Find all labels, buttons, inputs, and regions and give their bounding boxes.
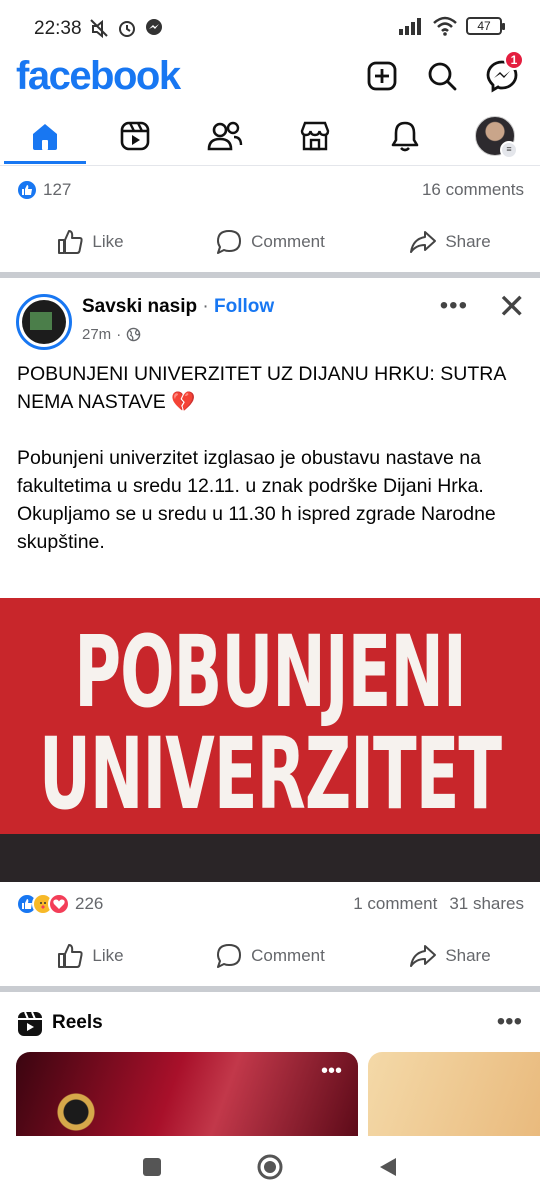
tab-marketplace[interactable] [285, 114, 345, 158]
tab-bar: ≡ [0, 108, 540, 166]
mute-icon [90, 19, 108, 39]
comment-count[interactable]: 16 comments [422, 180, 524, 200]
signal-icon [399, 18, 421, 35]
reaction-count: 127 [43, 180, 72, 199]
share-button[interactable]: Share [360, 931, 540, 981]
prev-post-actions: Like Comment Share [0, 217, 540, 267]
post-reactions[interactable]: 226 1 comment 31 shares [16, 889, 524, 919]
post-time[interactable]: 27m [82, 326, 111, 343]
post-image[interactable]: POBUNJENI UNIVERZITET [0, 598, 540, 882]
close-icon[interactable]: ✕ [498, 290, 527, 324]
facebook-logo[interactable]: facebook [16, 54, 181, 99]
like-label: Like [92, 946, 124, 965]
post-divider [0, 986, 540, 992]
like-button[interactable]: Like [0, 217, 180, 267]
reel-card[interactable]: ••• [16, 1052, 358, 1142]
tab-home[interactable] [15, 114, 75, 158]
post-body-text: POBUNJENI UNIVERZITET UZ DIJANU HRKU: SU… [17, 363, 506, 553]
reels-header: Reels ••• [0, 1000, 540, 1044]
comment-icon [217, 230, 242, 254]
share-button[interactable]: Share [360, 217, 540, 267]
like-button[interactable]: Like [0, 931, 180, 981]
post-divider [0, 272, 540, 278]
comment-count[interactable]: 1 comment [353, 894, 437, 914]
reel-card[interactable] [368, 1052, 540, 1142]
share-icon [410, 231, 437, 253]
more-options-icon[interactable]: ••• [440, 292, 468, 320]
profile-avatar: ≡ [475, 116, 518, 159]
like-icon [58, 944, 83, 968]
like-label: Like [92, 232, 124, 251]
alarm-icon [119, 21, 135, 37]
plus-square-icon [367, 61, 397, 91]
battery-icon: 47 [466, 17, 505, 35]
post-actions: Like Comment Share [0, 931, 540, 981]
home-icon [33, 124, 57, 150]
status-time: 22:38 [34, 18, 82, 39]
tab-reels[interactable] [105, 114, 165, 158]
friends-icon [207, 121, 243, 151]
like-reaction-icon [16, 179, 38, 201]
show-logo-icon [44, 1092, 108, 1132]
tab-notifications[interactable] [375, 114, 435, 158]
search-button[interactable] [422, 56, 462, 96]
status-bar: 22:38 47 [0, 0, 540, 56]
bell-icon [391, 121, 419, 152]
banner-text-line2: UNIVERZITET [38, 718, 502, 833]
comment-icon [217, 944, 242, 968]
reels-section-icon [18, 1011, 42, 1036]
marketplace-icon [300, 121, 330, 151]
menu-icon: ≡ [500, 141, 518, 159]
follow-button[interactable]: Follow [214, 296, 274, 317]
system-nav-bar [0, 1136, 540, 1200]
comment-label: Comment [251, 946, 325, 965]
share-icon [410, 945, 437, 967]
app-bar: facebook 1 [0, 50, 540, 102]
share-count[interactable]: 31 shares [449, 894, 524, 914]
reaction-count: 226 [75, 894, 104, 913]
messenger-button[interactable]: 1 [482, 50, 524, 96]
search-icon [428, 62, 457, 91]
prev-post-reactions[interactable]: 127 16 comments [16, 175, 524, 205]
reels-icon [120, 121, 150, 151]
comment-button[interactable]: Comment [180, 931, 360, 981]
back-icon[interactable] [377, 1156, 399, 1178]
more-options-icon[interactable]: ••• [497, 1008, 522, 1036]
post-header: Savski nasip · Follow 27m · ••• ✕ [0, 286, 540, 350]
notification-badge: 1 [504, 50, 524, 70]
like-icon [58, 230, 83, 254]
share-label: Share [445, 946, 491, 965]
name-separator: · [202, 296, 209, 317]
messenger-status-icon [146, 19, 162, 35]
active-tab-indicator [4, 161, 86, 164]
banner-text-line1: POBUNJENI [74, 616, 467, 731]
tab-profile[interactable]: ≡ [465, 114, 525, 159]
reels-title[interactable]: Reels [52, 1012, 103, 1034]
love-reaction-icon [48, 893, 70, 915]
recents-icon[interactable] [141, 1156, 163, 1178]
share-label: Share [445, 232, 491, 251]
comment-label: Comment [251, 232, 325, 251]
post-meta: 27m · [82, 326, 141, 343]
home-nav-icon[interactable] [256, 1153, 284, 1181]
comment-button[interactable]: Comment [180, 217, 360, 267]
create-button[interactable] [362, 56, 402, 96]
page-avatar[interactable] [16, 294, 72, 350]
globe-icon [126, 327, 141, 342]
reel-more-icon[interactable]: ••• [321, 1060, 342, 1083]
wifi-icon [433, 16, 457, 36]
page-name[interactable]: Savski nasip [82, 296, 197, 317]
tab-friends[interactable] [195, 114, 255, 158]
